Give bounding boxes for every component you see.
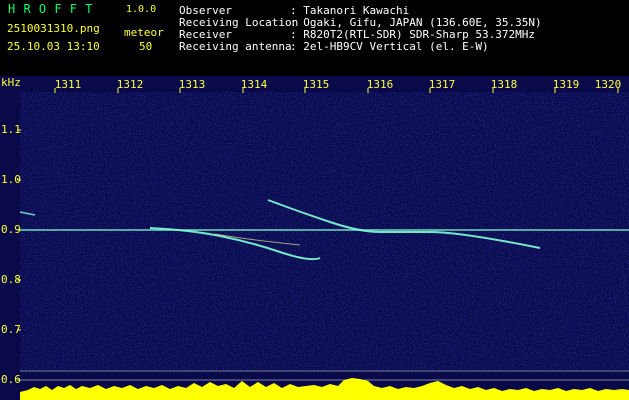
x-tick-label: 1314 <box>240 78 268 91</box>
spectrogram-graphic <box>0 76 629 400</box>
x-tick-label: 1318 <box>490 78 518 91</box>
x-tick-label: 1311 <box>54 78 82 91</box>
x-tick-label: 1316 <box>366 78 394 91</box>
spectrogram-noise <box>20 92 629 370</box>
x-tick-label: 1320 <box>594 78 622 91</box>
y-tick-label: 0.7 <box>1 323 21 336</box>
y-tick-label: 0.6 <box>1 373 21 386</box>
y-tick-label: 1.1 <box>1 123 21 136</box>
x-tick-label: 1319 <box>552 78 580 91</box>
x-tick-label: 1312 <box>116 78 144 91</box>
y-tick-label: 1.0 <box>1 173 21 186</box>
y-axis-unit-label: kHz <box>1 76 21 89</box>
x-tick-label: 1317 <box>428 78 456 91</box>
x-tick-label: 1315 <box>302 78 330 91</box>
y-tick-label: 0.8 <box>1 273 21 286</box>
y-tick-label: 0.9 <box>1 223 21 236</box>
x-tick-label: 1313 <box>178 78 206 91</box>
